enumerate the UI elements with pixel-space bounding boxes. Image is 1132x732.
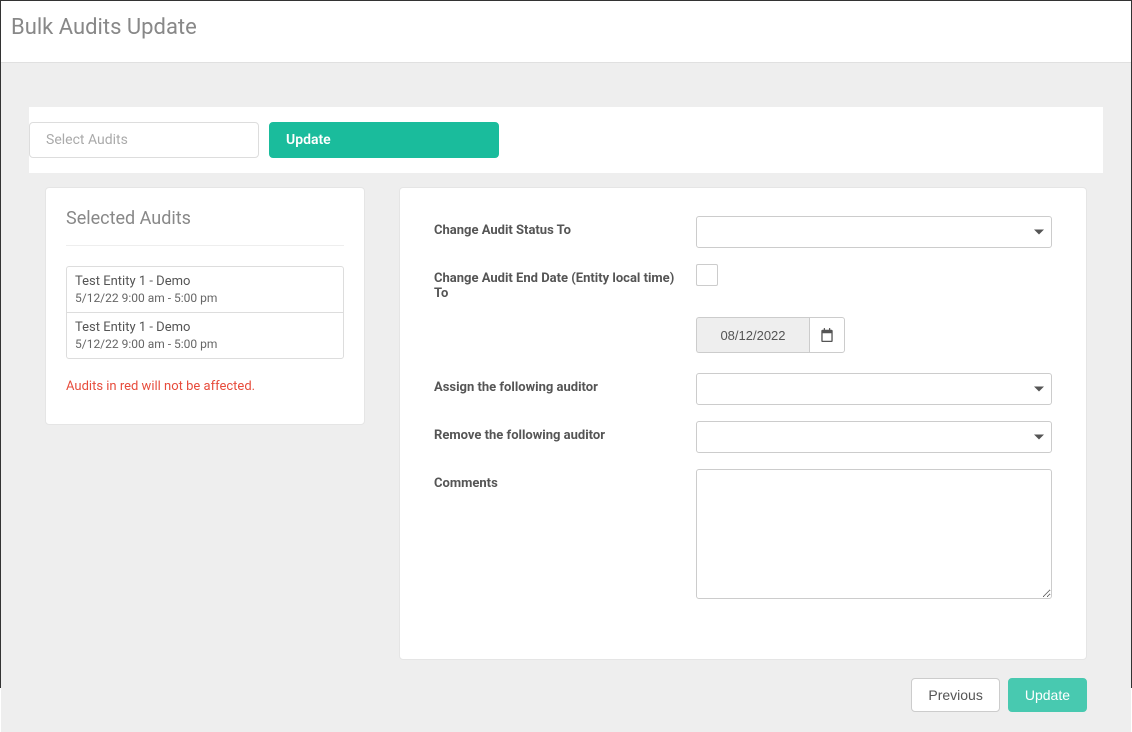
enddate-label: Change Audit End Date (Entity local time… — [434, 264, 696, 301]
calendar-button[interactable] — [809, 317, 845, 353]
assign-auditor-select[interactable] — [696, 373, 1052, 405]
tab-select-label: Select Audits — [46, 132, 128, 148]
tab-update[interactable]: Update — [269, 122, 499, 158]
enddate-checkbox[interactable] — [696, 264, 718, 286]
status-label: Change Audit Status To — [434, 216, 696, 238]
tab-select-audits[interactable]: Select Audits — [29, 122, 259, 158]
audit-time: 5/12/22 9:00 am - 5:00 pm — [75, 337, 335, 351]
audit-list: Test Entity 1 - Demo 5/12/22 9:00 am - 5… — [66, 266, 344, 359]
comments-label: Comments — [434, 469, 696, 491]
tab-update-label: Update — [286, 132, 331, 148]
list-item[interactable]: Test Entity 1 - Demo 5/12/22 9:00 am - 5… — [67, 267, 343, 312]
calendar-icon — [820, 328, 834, 342]
enddate-input[interactable] — [696, 317, 809, 353]
remove-label: Remove the following auditor — [434, 421, 696, 443]
status-select[interactable] — [696, 216, 1052, 248]
warning-note: Audits in red will not be affected. — [66, 379, 344, 394]
audit-name: Test Entity 1 - Demo — [75, 320, 335, 335]
selected-audits-panel: Selected Audits Test Entity 1 - Demo 5/1… — [45, 187, 365, 425]
assign-label: Assign the following auditor — [434, 373, 696, 395]
page-title: Bulk Audits Update — [11, 15, 1119, 40]
selected-audits-title: Selected Audits — [66, 208, 344, 246]
update-form-panel: Change Audit Status To Change Audit End … — [399, 187, 1087, 660]
previous-button[interactable]: Previous — [911, 678, 999, 712]
update-button[interactable]: Update — [1008, 678, 1087, 712]
audit-name: Test Entity 1 - Demo — [75, 274, 335, 289]
list-item[interactable]: Test Entity 1 - Demo 5/12/22 9:00 am - 5… — [67, 312, 343, 358]
audit-time: 5/12/22 9:00 am - 5:00 pm — [75, 291, 335, 305]
comments-textarea[interactable] — [696, 469, 1052, 599]
remove-auditor-select[interactable] — [696, 421, 1052, 453]
